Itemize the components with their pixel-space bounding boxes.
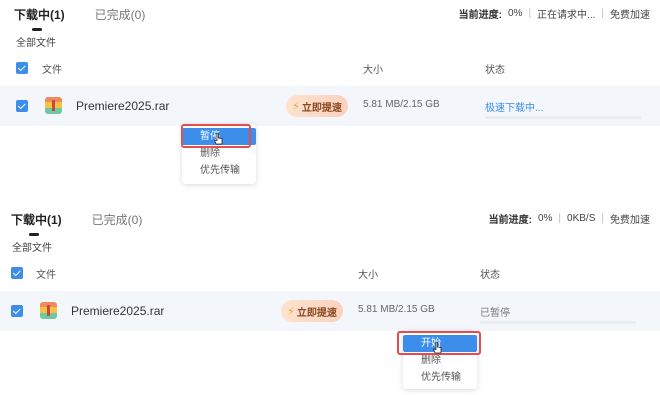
download-progress-bar	[480, 321, 636, 324]
column-file: 文件	[42, 65, 62, 76]
tab-bar: 下载中(1) 已完成(0)	[11, 211, 172, 236]
tab-bar: 下载中(1) 已完成(0)	[14, 6, 175, 31]
divider: |	[601, 8, 604, 19]
lightning-icon: ⚡	[292, 100, 300, 113]
column-size: 大小	[363, 65, 383, 76]
tab-downloading[interactable]: 下载中(1)	[11, 211, 62, 236]
file-name: Premiere2025.rar	[71, 304, 165, 318]
speed-status: 0KB/S	[567, 213, 596, 224]
column-size: 大小	[358, 270, 378, 281]
active-tab-indicator	[29, 233, 39, 236]
boost-label: 立即提速	[296, 307, 337, 319]
column-status: 状态	[485, 65, 505, 76]
progress-status: 当前进度: 0% | 正在请求中... | 免费加速	[459, 6, 650, 21]
tab-downloading-label: 下载中(1)	[11, 213, 62, 227]
rar-archive-icon	[40, 302, 57, 319]
row-checkbox[interactable]	[16, 100, 28, 112]
all-files-label: 全部文件	[16, 38, 56, 49]
download-progress-bar	[485, 116, 641, 119]
download-panel-top: 下载中(1) 已完成(0) 当前进度: 0% | 正在请求中... | 免费加速…	[0, 0, 660, 196]
table-row[interactable]: Premiere2025.rar ⚡ 立即提速 5.81 MB/2.15 GB …	[0, 291, 660, 331]
tab-downloading-label: 下载中(1)	[14, 8, 65, 22]
table-header: 文件 大小 状态	[0, 265, 660, 281]
lightning-icon: ⚡	[287, 305, 295, 318]
file-name: Premiere2025.rar	[76, 99, 170, 113]
rar-archive-icon	[45, 97, 62, 114]
file-size: 5.81 MB/2.15 GB	[358, 304, 435, 315]
boost-button[interactable]: ⚡ 立即提速	[281, 300, 343, 322]
table-row[interactable]: Premiere2025.rar ⚡ 立即提速 5.81 MB/2.15 GB …	[0, 86, 660, 126]
download-state: 已暂停	[480, 308, 510, 319]
active-tab-indicator	[32, 28, 42, 31]
progress-value: 0%	[537, 213, 553, 224]
column-status: 状态	[480, 270, 500, 281]
divider: |	[601, 213, 604, 224]
progress-label: 当前进度:	[488, 215, 532, 226]
download-state: 极速下载中...	[485, 103, 544, 114]
tab-completed[interactable]: 已完成(0)	[95, 6, 146, 23]
select-all-checkbox[interactable]	[11, 267, 23, 279]
divider: |	[528, 8, 532, 19]
column-file: 文件	[36, 270, 56, 281]
divider: |	[558, 213, 562, 224]
table-header: 文件 大小 状态	[0, 60, 660, 76]
hand-cursor-icon	[214, 133, 223, 145]
row-checkbox[interactable]	[11, 305, 23, 317]
tab-completed[interactable]: 已完成(0)	[92, 211, 143, 228]
boost-button[interactable]: ⚡ 立即提速	[286, 95, 348, 117]
speed-status: 正在请求中...	[537, 10, 596, 21]
progress-value: 0%	[507, 8, 523, 19]
menu-item-priority[interactable]: 优先传输	[182, 162, 256, 179]
progress-status: 当前进度: 0% | 0KB/S | 免费加速	[489, 211, 650, 226]
select-all-checkbox[interactable]	[16, 62, 28, 74]
progress-label: 当前进度:	[458, 10, 502, 21]
boost-label: 立即提速	[301, 102, 342, 114]
free-boost-link[interactable]: 免费加速	[610, 6, 650, 21]
hand-cursor-icon	[433, 342, 442, 354]
menu-item-priority[interactable]: 优先传输	[403, 369, 477, 386]
tab-downloading[interactable]: 下载中(1)	[14, 6, 65, 31]
download-panel-bottom: 下载中(1) 已完成(0) 当前进度: 0% | 0KB/S | 免费加速 全部…	[0, 205, 660, 395]
file-size: 5.81 MB/2.15 GB	[363, 99, 440, 110]
all-files-label: 全部文件	[12, 243, 52, 254]
free-boost-link[interactable]: 免费加速	[610, 211, 650, 226]
